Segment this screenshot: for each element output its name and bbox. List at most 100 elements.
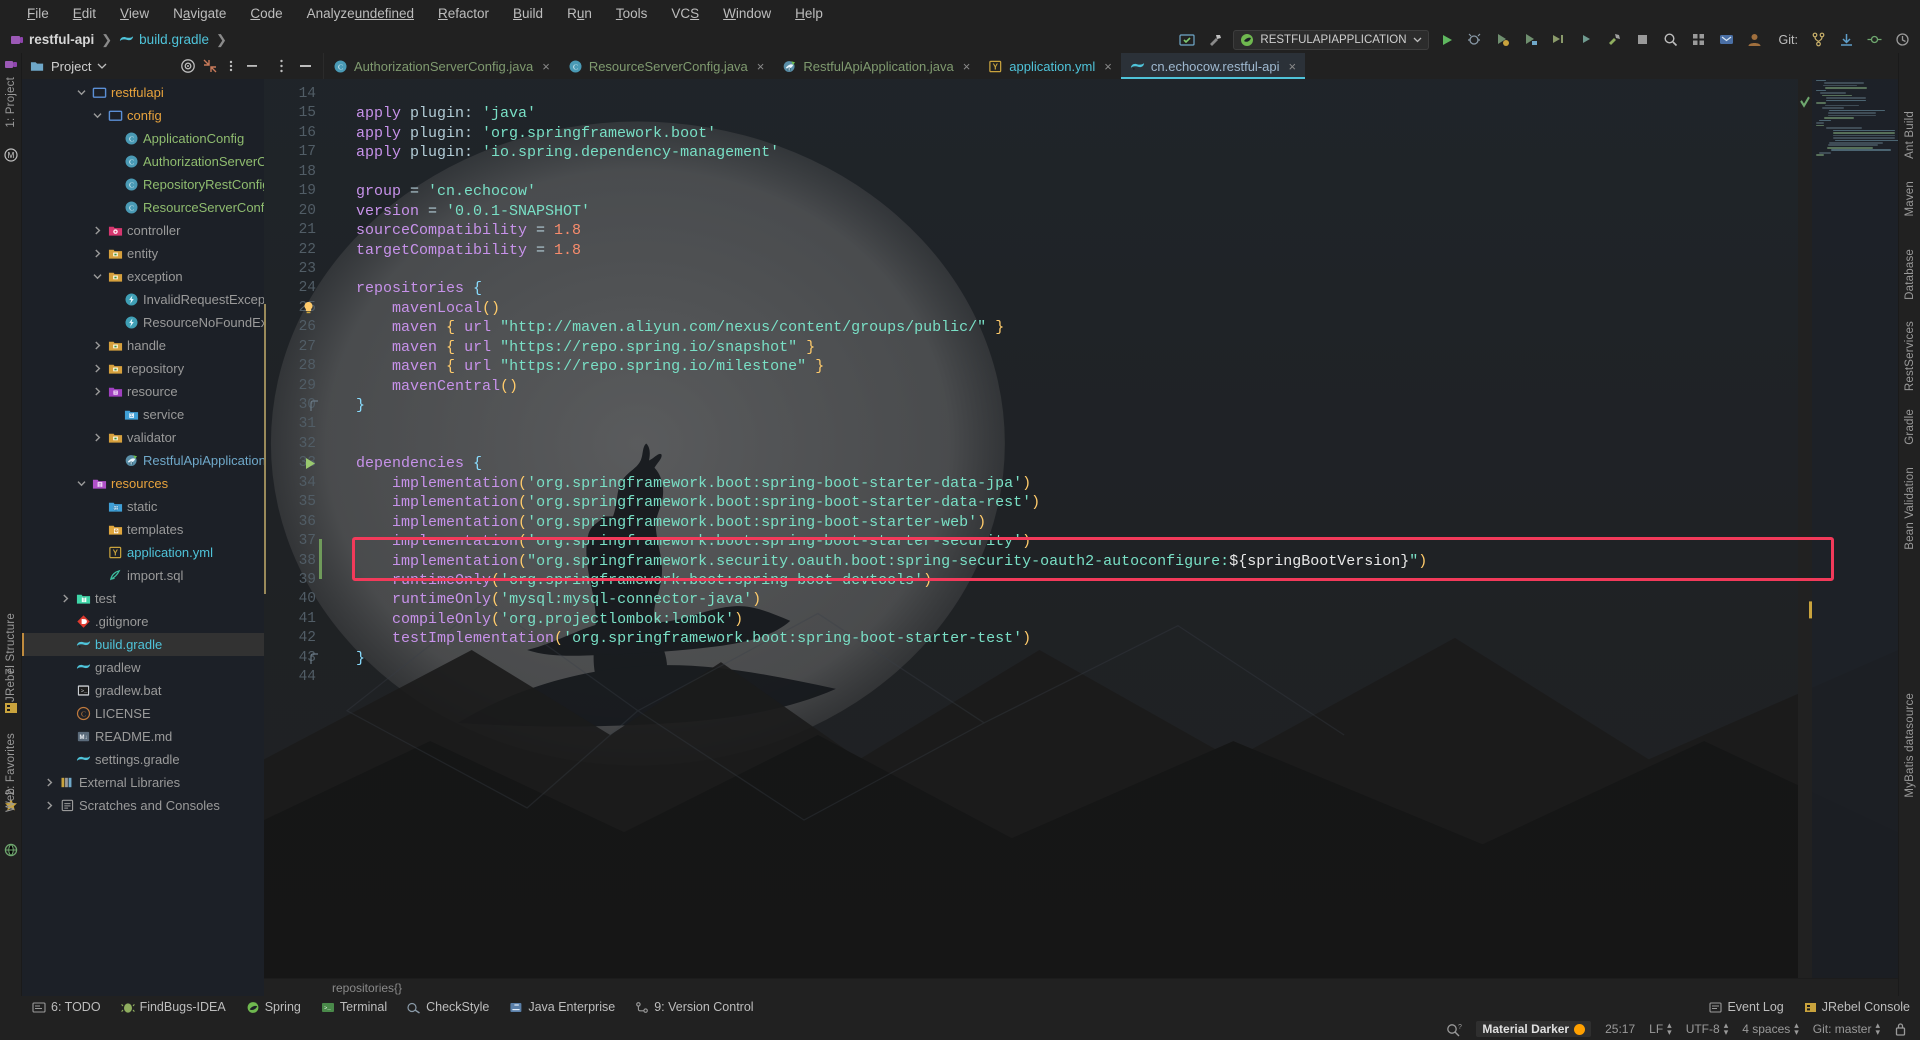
gutter-marker-area[interactable] bbox=[304, 299, 352, 318]
theme-switcher[interactable]: Material Darker bbox=[1469, 1021, 1598, 1037]
git-branch-icon[interactable] bbox=[1808, 30, 1828, 50]
tree-item-resourceserverconfig[interactable]: C ResourceServerConfig bbox=[22, 196, 264, 219]
gutter-marker-area[interactable] bbox=[326, 143, 352, 162]
tree-item-scratches-and-consoles[interactable]: Scratches and Consoles bbox=[22, 794, 264, 817]
code-line[interactable]: } bbox=[352, 649, 1798, 668]
tree-toggle-right-icon[interactable] bbox=[90, 247, 104, 261]
gutter-marker-area[interactable] bbox=[326, 241, 352, 260]
editor-tab-restfulapiapplication-java[interactable]: RestfulApiApplication.java × bbox=[773, 53, 979, 79]
tool-window-java-enterprise[interactable]: Java Enterprise bbox=[499, 1000, 625, 1014]
run-coverage-icon[interactable] bbox=[1493, 30, 1513, 50]
close-icon[interactable]: × bbox=[1289, 59, 1297, 74]
gutter-marker-area[interactable] bbox=[310, 649, 352, 668]
code-line[interactable]: maven { url "http://maven.aliyun.com/nex… bbox=[352, 318, 1798, 337]
tree-item-test[interactable]: Ttest bbox=[22, 587, 264, 610]
tree-item-controller[interactable]: controller bbox=[22, 219, 264, 242]
code-line[interactable]: version = '0.0.1-SNAPSHOT' bbox=[352, 202, 1798, 221]
tree-item-repositoryrestconfig[interactable]: C RepositoryRestConfig bbox=[22, 173, 264, 196]
code-line[interactable]: } bbox=[352, 396, 1798, 415]
maven-icon[interactable]: M bbox=[4, 148, 18, 162]
tool-window-jrebel-console[interactable]: JRebel Console bbox=[1794, 1000, 1920, 1014]
gutter-marker-area[interactable] bbox=[326, 85, 352, 104]
tree-item-gradlew[interactable]: gradlew bbox=[22, 656, 264, 679]
tool-window-6-todo[interactable]: 6: TODO bbox=[22, 1000, 111, 1014]
code-line[interactable]: implementation('org.springframework.boot… bbox=[352, 474, 1798, 493]
hide-panel-icon[interactable] bbox=[244, 58, 260, 74]
menu-item-edit[interactable]: Edit bbox=[62, 3, 107, 24]
tree-item-gradlew-bat[interactable]: >_ gradlew.bat bbox=[22, 679, 264, 702]
intention-bulb-icon[interactable] bbox=[302, 301, 315, 315]
menu-item-run[interactable]: Run bbox=[556, 3, 603, 24]
strip-rest-label[interactable]: RestServices bbox=[1904, 321, 1916, 391]
git-update-icon[interactable] bbox=[1836, 30, 1856, 50]
menu-item-refactor[interactable]: Refactor bbox=[427, 3, 500, 24]
tree-toggle-right-icon[interactable] bbox=[90, 431, 104, 445]
gutter-marker-area[interactable] bbox=[326, 221, 352, 240]
tree-item-application-yml[interactable]: Yapplication.yml bbox=[22, 541, 264, 564]
build-icon[interactable] bbox=[1605, 30, 1625, 50]
tree-item-license[interactable]: C LICENSE bbox=[22, 702, 264, 725]
code-minimap[interactable] bbox=[1812, 79, 1898, 978]
tool-window-spring[interactable]: Spring bbox=[236, 1000, 311, 1014]
strip-web-label[interactable]: Web bbox=[5, 788, 17, 812]
strip-bean-label[interactable]: Bean Validation bbox=[1904, 467, 1916, 550]
close-icon[interactable]: × bbox=[542, 59, 550, 74]
gutter-marker-area[interactable] bbox=[326, 124, 352, 143]
gutter-marker-area[interactable] bbox=[326, 163, 352, 182]
error-stripe[interactable] bbox=[1798, 79, 1812, 978]
gutter-marker-area[interactable] bbox=[326, 415, 352, 434]
attach-icon[interactable] bbox=[1577, 30, 1597, 50]
menu-item-view[interactable]: View bbox=[109, 3, 160, 24]
collapse-all-icon[interactable] bbox=[202, 58, 218, 74]
breadcrumb-project[interactable]: restful-api bbox=[10, 32, 94, 47]
gutter-marker-area[interactable] bbox=[326, 532, 352, 551]
gutter-marker-area[interactable] bbox=[326, 435, 352, 454]
tree-item-handle[interactable]: handle bbox=[22, 334, 264, 357]
tree-item-readme-md[interactable]: M↓ README.md bbox=[22, 725, 264, 748]
git-history-icon[interactable] bbox=[1892, 30, 1912, 50]
code-line[interactable]: dependencies { bbox=[352, 454, 1798, 473]
gutter-marker-area[interactable] bbox=[326, 590, 352, 609]
search-everywhere-icon[interactable] bbox=[1661, 30, 1681, 50]
editor-tab-authorizationserverconfig-java[interactable]: C AuthorizationServerConfig.java × bbox=[324, 53, 559, 79]
code-line[interactable]: compileOnly('org.projectlombok:lombok') bbox=[352, 610, 1798, 629]
gutter-marker-area[interactable] bbox=[326, 182, 352, 201]
caret-position[interactable]: 25:17 bbox=[1598, 1022, 1642, 1036]
tree-item-resources[interactable]: resources bbox=[22, 472, 264, 495]
gutter-marker-area[interactable] bbox=[326, 552, 352, 571]
indent-setting[interactable]: 4 spaces ▴ ▾ bbox=[1735, 1020, 1806, 1036]
strip-ant-label[interactable]: Ant Build bbox=[1904, 111, 1916, 159]
tree-item-repository[interactable]: repository bbox=[22, 357, 264, 380]
strip-project-label[interactable]: 1: Project bbox=[5, 77, 17, 128]
code-line[interactable] bbox=[352, 435, 1798, 454]
file-encoding[interactable]: UTF-8 ▴ ▾ bbox=[1679, 1020, 1736, 1036]
tree-item-gitignore[interactable]: .gitignore bbox=[22, 610, 264, 633]
code-line[interactable]: runtimeOnly('org.springframework.boot:sp… bbox=[352, 571, 1798, 590]
tree-item-authorizationserverconfig[interactable]: C AuthorizationServerConfig bbox=[22, 150, 264, 173]
gutter-marker-area[interactable] bbox=[326, 610, 352, 629]
gutter-marker-area[interactable] bbox=[326, 668, 352, 687]
gutter-marker-area[interactable] bbox=[310, 396, 352, 415]
menu-item-build[interactable]: Build bbox=[502, 3, 554, 24]
code-line[interactable]: targetCompatibility = 1.8 bbox=[352, 241, 1798, 260]
tree-toggle-down-icon[interactable] bbox=[74, 477, 88, 491]
git-branch-widget[interactable]: Git: master ▴ ▾ bbox=[1806, 1020, 1887, 1036]
code-line[interactable] bbox=[352, 260, 1798, 279]
code-line[interactable]: implementation('org.springframework.boot… bbox=[352, 532, 1798, 551]
notifications-icon[interactable] bbox=[1717, 30, 1737, 50]
gutter-marker-area[interactable] bbox=[326, 279, 352, 298]
menu-item-file[interactable]: File bbox=[16, 3, 60, 24]
code-line[interactable]: apply plugin: 'io.spring.dependency-mana… bbox=[352, 143, 1798, 162]
git-commit-icon[interactable] bbox=[1864, 30, 1884, 50]
menu-item-window[interactable]: Window bbox=[712, 3, 782, 24]
code-line[interactable]: maven { url "https://repo.spring.io/snap… bbox=[352, 338, 1798, 357]
strip-database-label[interactable]: Database bbox=[1904, 249, 1916, 300]
tree-toggle-down-icon[interactable] bbox=[90, 109, 104, 123]
editor-breadcrumb[interactable]: repositories{} bbox=[264, 978, 1898, 996]
tool-window-findbugs-idea[interactable]: FindBugs-IDEA bbox=[111, 1000, 236, 1014]
code-line[interactable]: testImplementation('org.springframework.… bbox=[352, 629, 1798, 648]
hammer-icon[interactable] bbox=[1205, 30, 1225, 50]
gutter-marker-area[interactable] bbox=[326, 202, 352, 221]
run-configuration-selector[interactable]: RESTFULAPIAPPLICATION bbox=[1233, 29, 1429, 50]
hide-panel-icon[interactable] bbox=[298, 58, 313, 74]
